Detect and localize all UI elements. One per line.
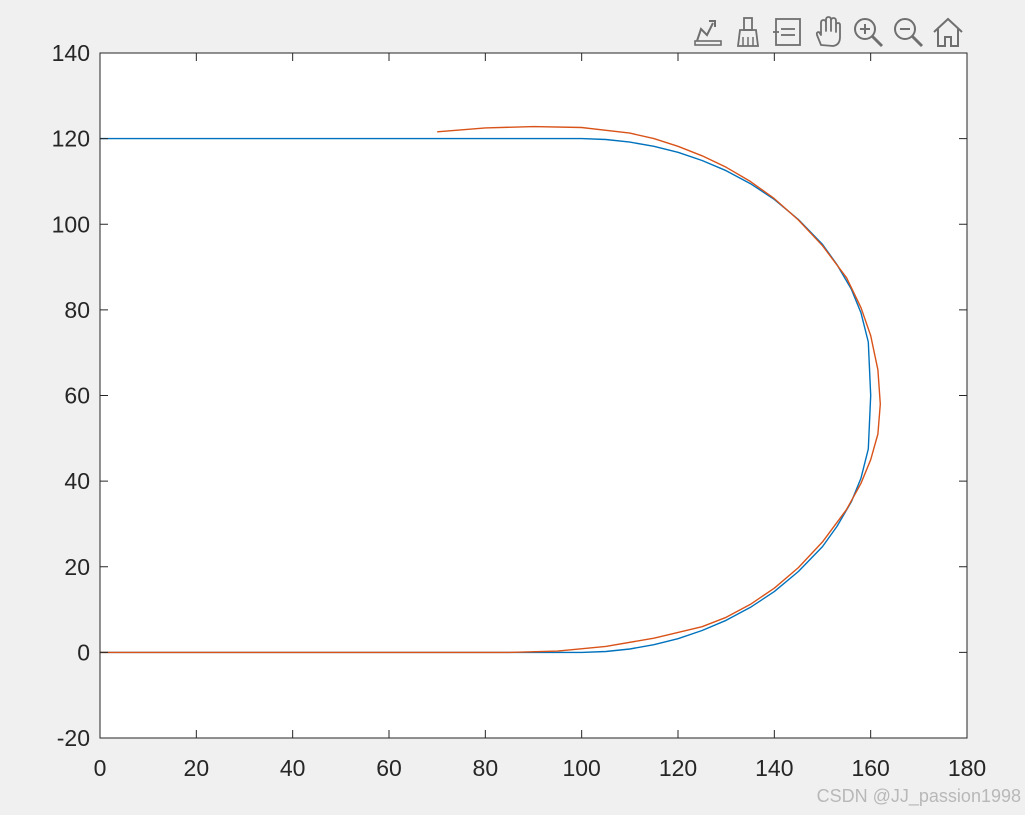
- x-tick-label: 40: [280, 755, 306, 781]
- x-tick-label: 180: [948, 755, 986, 781]
- axes-background: [100, 53, 967, 738]
- y-tick-label: 40: [64, 468, 90, 494]
- x-tick-label: 0: [94, 755, 107, 781]
- y-tick-label: 60: [64, 383, 90, 409]
- watermark: CSDN @JJ_passion1998: [816, 786, 1021, 806]
- x-tick-label: 80: [473, 755, 499, 781]
- y-tick-label: -20: [57, 725, 90, 751]
- y-tick-label: 100: [52, 211, 90, 237]
- y-tick-label: 120: [52, 126, 90, 152]
- y-tick-label: 80: [64, 297, 90, 323]
- x-tick-label: 120: [659, 755, 697, 781]
- y-tick-label: 20: [64, 554, 90, 580]
- x-tick-label: 20: [184, 755, 210, 781]
- line-chart: 0 20 40 60 80 100 120 140 160 180-200204060801001…: [52, 40, 987, 781]
- x-tick-label: 100: [562, 755, 600, 781]
- x-tick-label: 160: [851, 755, 889, 781]
- x-tick-label: 60: [376, 755, 402, 781]
- matlab-figure: 0 20 40 60 80 100 120 140 160 180 -20 0 20 40 60 80 100 1…: [0, 0, 1025, 815]
- x-tick-label: 140: [755, 755, 793, 781]
- y-tick-label: 0: [77, 639, 90, 665]
- y-tick-label: 140: [52, 40, 90, 66]
